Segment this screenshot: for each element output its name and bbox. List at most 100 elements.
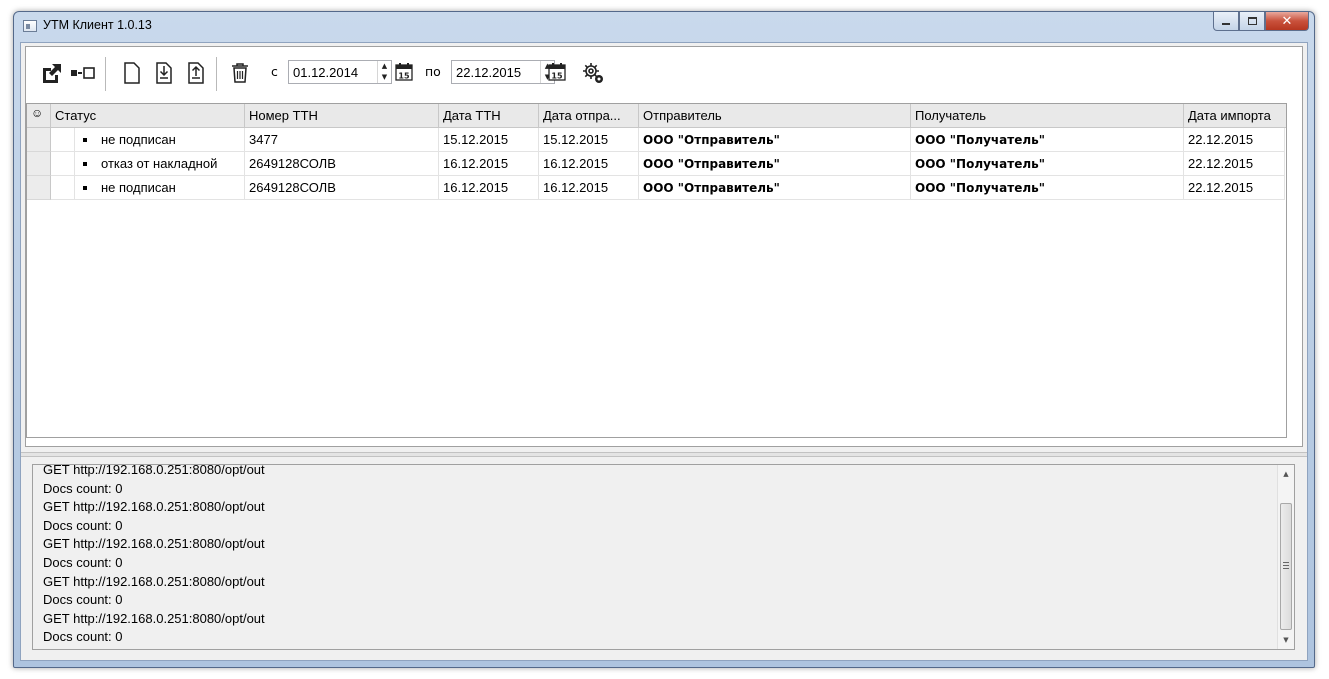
sender-cell: ООО "Отправитель" [639, 176, 911, 200]
grip-icon [1283, 562, 1289, 569]
table-row[interactable]: не подписан 2649128СОЛВ 16.12.2015 16.12… [27, 176, 1286, 200]
new-document-icon [124, 62, 140, 84]
column-header-sender[interactable]: Отправитель [639, 104, 911, 128]
close-button[interactable]: ✕ [1265, 12, 1309, 31]
row-indent [51, 152, 75, 176]
client-area: с 01.12.2014 ▲ ▼ 15 по 22.12.2015 ▲ ▼ 15… [20, 42, 1308, 661]
documents-panel: с 01.12.2014 ▲ ▼ 15 по 22.12.2015 ▲ ▼ 15… [25, 46, 1303, 447]
delete-icon [232, 63, 248, 83]
log-line: Docs count: 0 [43, 629, 123, 645]
log-line: GET http://192.168.0.251:8080/opt/out [43, 573, 265, 589]
log-panel[interactable]: GET http://192.168.0.251:8080/opt/out Do… [32, 464, 1295, 650]
date-to-label: по [425, 64, 441, 79]
ttn-date-cell: 16.12.2015 [439, 176, 539, 200]
ttn-number-cell: 2649128СОЛВ [245, 152, 439, 176]
window-title: УТМ Клиент 1.0.13 [43, 18, 152, 32]
receiver-cell: ООО "Получатель" [911, 128, 1184, 152]
status-cell: не подписан [75, 176, 245, 200]
date-from-input[interactable]: 01.12.2014 ▲ ▼ [288, 60, 392, 84]
ship-date-cell: 16.12.2015 [539, 152, 639, 176]
panel-splitter[interactable] [21, 452, 1307, 457]
column-header-ttn-date[interactable]: Дата ТТН [439, 104, 539, 128]
toolbar: с 01.12.2014 ▲ ▼ 15 по 22.12.2015 ▲ ▼ 15 [26, 47, 1302, 99]
ttn-date-cell: 15.12.2015 [439, 128, 539, 152]
receiver-cell: ООО "Получатель" [911, 176, 1184, 200]
import-date-cell: 22.12.2015 [1184, 152, 1285, 176]
export-document-icon [188, 62, 204, 84]
column-header-receiver[interactable]: Получатель [911, 104, 1184, 128]
receiver-cell: ООО "Получатель" [911, 152, 1184, 176]
sender-cell: ООО "Отправитель" [639, 128, 911, 152]
table-header: ☺ Статус Номер ТТН Дата ТТН Дата отпра..… [27, 104, 1286, 128]
row-indent [51, 128, 75, 152]
log-line: Docs count: 0 [43, 517, 123, 533]
date-from-label: с [271, 64, 278, 79]
ttn-number-cell: 2649128СОЛВ [245, 176, 439, 200]
column-header-icon[interactable]: ☺ [27, 104, 51, 128]
toolbar-separator [216, 57, 217, 91]
table-row[interactable]: отказ от накладной 2649128СОЛВ 16.12.201… [27, 152, 1286, 176]
maximize-icon [1247, 17, 1257, 25]
row-indent [51, 176, 75, 200]
log-line: GET http://192.168.0.251:8080/opt/out [43, 610, 265, 626]
ttn-date-cell: 16.12.2015 [439, 152, 539, 176]
minimize-button[interactable] [1213, 12, 1239, 31]
status-text: не подписан [101, 132, 176, 147]
scrollbar-thumb[interactable] [1280, 503, 1292, 630]
toggle-panel-icon [71, 67, 95, 79]
ship-date-cell: 15.12.2015 [539, 128, 639, 152]
log-line: Docs count: 0 [43, 554, 123, 570]
row-selector[interactable] [27, 152, 51, 176]
status-cell: отказ от накладной [75, 152, 245, 176]
title-bar[interactable]: УТМ Клиент 1.0.13 ✕ [14, 12, 1314, 42]
log-scrollbar[interactable]: ▲ ▼ [1277, 465, 1294, 649]
date-to-input[interactable]: 22.12.2015 ▲ ▼ [451, 60, 555, 84]
import-document-icon [156, 62, 172, 84]
import-date-cell: 22.12.2015 [1184, 128, 1285, 152]
column-header-import-date[interactable]: Дата импорта [1184, 104, 1285, 128]
import-document-button[interactable] [153, 60, 175, 86]
settings-button[interactable] [580, 60, 606, 86]
open-external-icon [43, 64, 61, 83]
ship-date-cell: 16.12.2015 [539, 176, 639, 200]
status-bullet-icon [83, 137, 87, 142]
scroll-down-icon[interactable]: ▼ [1278, 632, 1294, 648]
minimize-icon [1222, 23, 1230, 25]
date-from-value: 01.12.2014 [293, 65, 359, 80]
calendar-icon[interactable]: 15 [548, 62, 566, 81]
close-icon: ✕ [1281, 13, 1293, 29]
new-document-button[interactable] [121, 60, 143, 86]
toolbar-separator [105, 57, 106, 91]
date-to-value: 22.12.2015 [456, 65, 522, 80]
log-line: GET http://192.168.0.251:8080/opt/out [43, 536, 265, 552]
open-external-button[interactable] [39, 60, 65, 86]
column-header-ship-date[interactable]: Дата отпра... [539, 104, 639, 128]
toggle-panel-button[interactable] [70, 60, 96, 86]
app-window: УТМ Клиент 1.0.13 ✕ с 01.12.2014 ▲ ▼ 15 … [13, 11, 1315, 668]
column-header-ttn-number[interactable]: Номер ТТН [245, 104, 439, 128]
status-cell: не подписан [75, 128, 245, 152]
export-document-button[interactable] [185, 60, 207, 86]
log-line: Docs count: 0 [43, 480, 123, 496]
import-date-cell: 22.12.2015 [1184, 176, 1285, 200]
date-from-spinner[interactable]: ▲ ▼ [377, 61, 391, 83]
log-line: Docs count: 0 [43, 592, 123, 608]
column-header-status[interactable]: Статус [51, 104, 245, 128]
scroll-up-icon[interactable]: ▲ [1278, 466, 1294, 482]
status-text: не подписан [101, 180, 176, 195]
log-output: GET http://192.168.0.251:8080/opt/out Do… [43, 465, 265, 647]
table-row[interactable]: не подписан 3477 15.12.2015 15.12.2015 О… [27, 128, 1286, 152]
row-selector[interactable] [27, 176, 51, 200]
calendar-icon[interactable]: 15 [395, 62, 413, 81]
spin-down-icon[interactable]: ▼ [378, 72, 391, 83]
status-bullet-icon [83, 161, 87, 166]
sender-cell: ООО "Отправитель" [639, 152, 911, 176]
ttn-number-cell: 3477 [245, 128, 439, 152]
settings-icon [583, 63, 603, 83]
row-selector[interactable] [27, 128, 51, 152]
calendar-day: 15 [551, 72, 563, 81]
delete-button[interactable] [229, 60, 251, 86]
status-text: отказ от накладной [101, 156, 218, 171]
spin-up-icon[interactable]: ▲ [378, 61, 391, 72]
maximize-button[interactable] [1239, 12, 1265, 31]
